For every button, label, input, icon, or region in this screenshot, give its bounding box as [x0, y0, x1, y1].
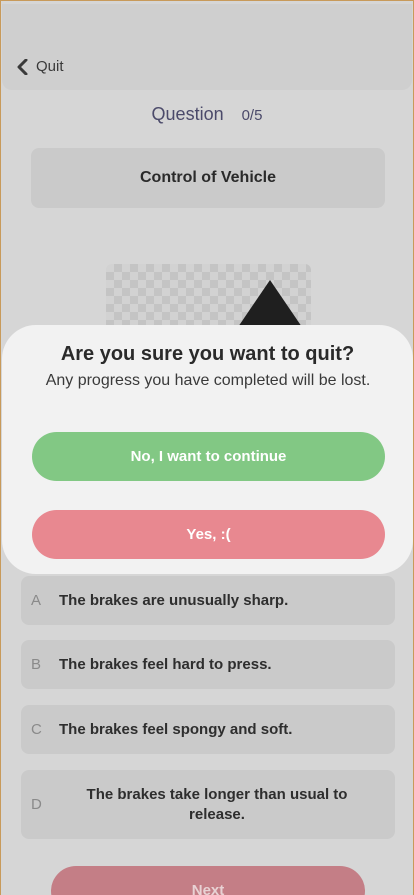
- answer-text: The brakes take longer than usual to rel…: [86, 785, 348, 823]
- quit-link[interactable]: Quit: [16, 58, 64, 75]
- next-button[interactable]: Next: [51, 866, 365, 895]
- question-progress: 0/5: [241, 107, 263, 124]
- answer-letter: A: [31, 592, 42, 609]
- answer-letter: D: [31, 796, 42, 813]
- confirm-quit-button[interactable]: Yes, :(: [32, 510, 385, 559]
- answer-text: The brakes feel spongy and soft.: [59, 721, 293, 738]
- answer-option-a[interactable]: A The brakes are unusually sharp.: [21, 576, 395, 625]
- answer-option-c[interactable]: C The brakes feel spongy and soft.: [21, 705, 395, 754]
- dialog-message: Any progress you have completed will be …: [45, 372, 371, 389]
- answer-text: The brakes feel hard to press.: [59, 656, 272, 673]
- question-counter: Question 0/5: [0, 104, 414, 125]
- continue-button[interactable]: No, I want to continue: [32, 432, 385, 481]
- answer-letter: C: [31, 721, 42, 738]
- warning-triangle-icon: [236, 280, 304, 330]
- answer-option-b[interactable]: B The brakes feel hard to press.: [21, 640, 395, 689]
- top-bar: Quit: [2, 4, 412, 90]
- quit-confirm-dialog: Are you sure you want to quit? Any progr…: [2, 325, 413, 574]
- answer-option-d[interactable]: D The brakes take longer than usual to r…: [21, 770, 395, 839]
- question-label: Question: [151, 104, 224, 124]
- answer-text: The brakes are unusually sharp.: [59, 592, 289, 609]
- chevron-left-icon: [17, 58, 28, 75]
- dialog-title: Are you sure you want to quit?: [60, 343, 355, 365]
- answer-letter: B: [31, 656, 42, 673]
- quit-label: Quit: [36, 58, 64, 75]
- category-title: Control of Vehicle: [31, 148, 385, 208]
